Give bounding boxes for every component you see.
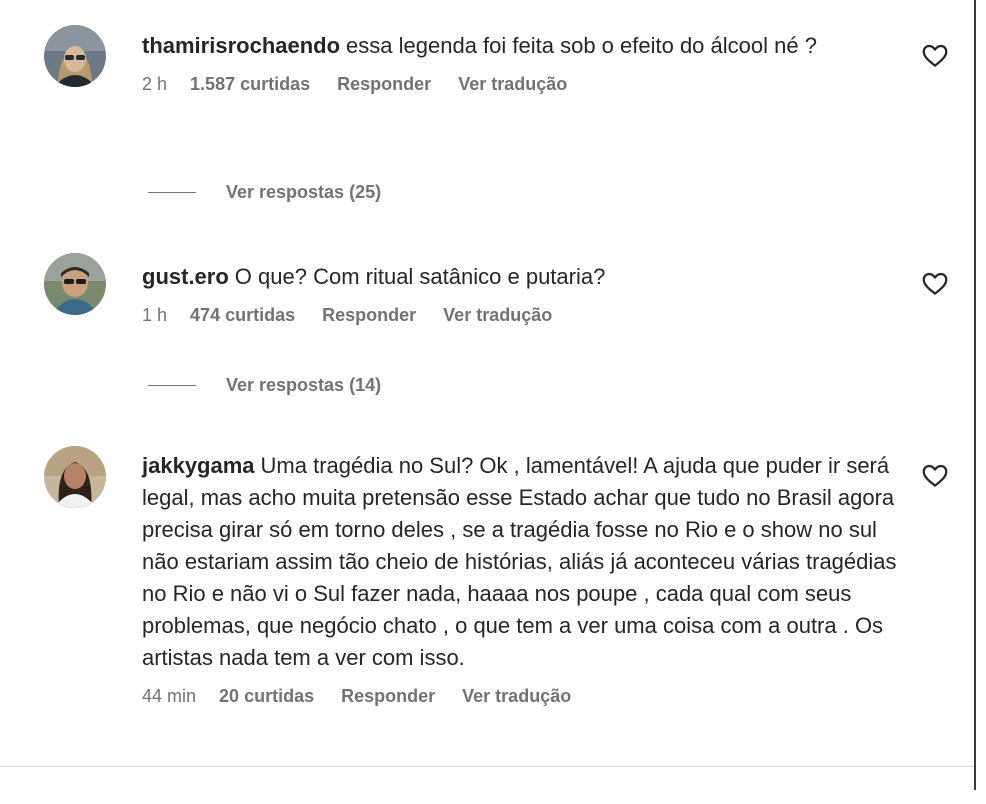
panel-bottom-divider [0, 766, 974, 767]
view-replies-button[interactable]: Ver respostas (14) [148, 375, 381, 396]
view-replies-label: Ver respostas (25) [226, 182, 382, 202]
translate-button[interactable]: Ver tradução [458, 74, 567, 94]
comment-username[interactable]: jakkygama [142, 453, 255, 478]
replies-divider-line [148, 385, 196, 386]
comment-meta: 1 h 474 curtidas Responder Ver tradução [142, 305, 902, 326]
replies-divider-line [148, 192, 196, 193]
avatar[interactable] [44, 25, 106, 87]
comment-meta: 2 h 1.587 curtidas Responder Ver traduçã… [142, 74, 902, 95]
comment-meta: 44 min 20 curtidas Responder Ver traduçã… [142, 686, 902, 707]
comment-time[interactable]: 2 h [142, 74, 167, 94]
heart-outline-icon[interactable] [920, 268, 950, 298]
comment-username[interactable]: thamirisrochaendo [142, 33, 340, 58]
comment-username[interactable]: gust.ero [142, 264, 229, 289]
comment-likes[interactable]: 474 curtidas [190, 305, 295, 325]
comment-text: gust.ero O que? Com ritual satânico e put… [142, 261, 902, 293]
comment-body: Uma tragédia no Sul? Ok , lamentável! A … [142, 453, 897, 670]
heart-outline-icon[interactable] [920, 40, 950, 70]
comment-body: essa legenda foi feita sob o efeito do á… [346, 33, 817, 58]
view-replies-label: Ver respostas (14) [226, 375, 382, 395]
translate-button[interactable]: Ver tradução [443, 305, 552, 325]
heart-outline-icon[interactable] [920, 460, 950, 490]
avatar[interactable] [44, 446, 106, 508]
reply-button[interactable]: Responder [341, 686, 435, 706]
comment-likes[interactable]: 20 curtidas [219, 686, 314, 706]
view-replies-button[interactable]: Ver respostas (25) [148, 182, 381, 203]
comment-time[interactable]: 44 min [142, 686, 196, 706]
comment-text: jakkygama Uma tragédia no Sul? Ok , lamen… [142, 450, 902, 674]
reply-button[interactable]: Responder [322, 305, 416, 325]
comment-body: O que? Com ritual satânico e putaria? [234, 264, 606, 289]
panel-right-border [974, 0, 976, 790]
avatar[interactable] [44, 253, 106, 315]
reply-button[interactable]: Responder [337, 74, 431, 94]
comment-likes[interactable]: 1.587 curtidas [190, 74, 310, 94]
comment-text: thamirisrochaendo essa legenda foi feita … [142, 30, 902, 62]
comment-time[interactable]: 1 h [142, 305, 167, 325]
translate-button[interactable]: Ver tradução [462, 686, 571, 706]
